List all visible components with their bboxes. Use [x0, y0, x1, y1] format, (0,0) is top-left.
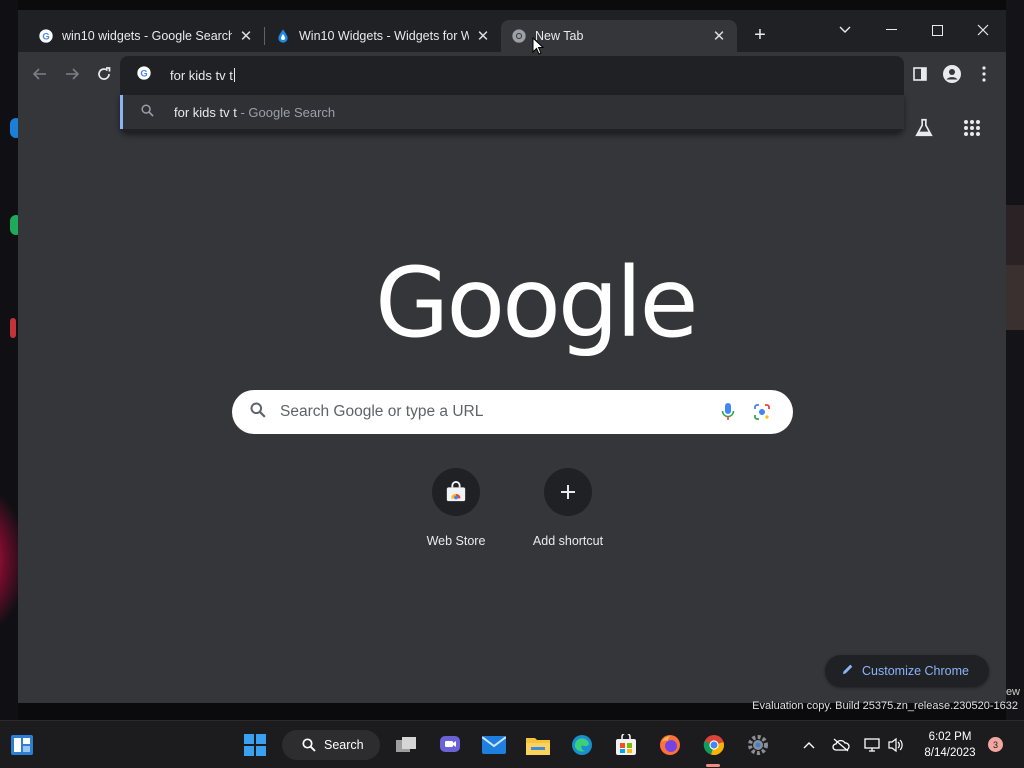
widgets-icon[interactable]	[8, 731, 36, 759]
mail-icon[interactable]	[480, 731, 508, 759]
wallpaper-glow	[0, 490, 20, 630]
tab-win10-widgets[interactable]: Win10 Widgets - Widgets for Wi ✕	[265, 20, 501, 52]
clock-date: 8/14/2023	[924, 747, 976, 759]
search-icon	[302, 738, 316, 752]
ntp-search-input[interactable]	[280, 403, 680, 421]
customize-chrome-button[interactable]: Customize Chrome	[825, 655, 989, 687]
desktop-left-edge	[0, 0, 22, 720]
settings-gear-icon[interactable]	[744, 731, 772, 759]
back-arrow-icon[interactable]	[28, 62, 52, 86]
taskbar-search-button[interactable]: Search	[282, 730, 380, 760]
active-app-indicator	[706, 764, 720, 767]
close-window-icon[interactable]	[960, 16, 1006, 44]
reload-icon[interactable]	[92, 62, 116, 86]
microphone-icon[interactable]	[718, 402, 738, 422]
background-window-fragment	[1006, 265, 1024, 330]
tab-google-search[interactable]: G win10 widgets - Google Search ✕	[28, 20, 264, 52]
google-g-icon: G	[136, 65, 152, 86]
forward-arrow-icon[interactable]	[60, 62, 84, 86]
task-view-icon[interactable]	[392, 731, 420, 759]
labs-flask-icon[interactable]	[911, 115, 937, 141]
suggestion-query: for kids tv t	[174, 104, 237, 120]
tab-search-chevron-down-icon[interactable]	[822, 16, 868, 44]
svg-text:G: G	[140, 68, 147, 78]
address-bar[interactable]: G for kids tv t	[120, 56, 904, 94]
desktop-app-icon[interactable]	[10, 318, 16, 338]
shortcut-add[interactable]: Add shortcut	[512, 468, 624, 548]
desktop-right-edge	[1006, 0, 1024, 720]
shortcut-label: Web Store	[426, 534, 486, 548]
background-window-fragment	[1006, 205, 1024, 265]
chrome-icon[interactable]	[700, 731, 728, 759]
search-icon	[141, 104, 154, 120]
google-apps-grid-icon[interactable]	[959, 115, 985, 141]
ntp-search-box[interactable]	[232, 390, 793, 434]
taskbar-search-label: Search	[324, 738, 364, 752]
tab-close-icon[interactable]: ✕	[475, 28, 491, 45]
suggestion-item[interactable]: for kids tv t - Google Search	[120, 95, 904, 129]
tab-close-icon[interactable]: ✕	[238, 28, 254, 45]
firefox-icon[interactable]	[656, 731, 684, 759]
google-logo: Google	[375, 247, 699, 359]
file-explorer-icon[interactable]	[524, 731, 552, 759]
pencil-icon	[841, 663, 854, 679]
profile-avatar-icon[interactable]	[940, 62, 964, 86]
google-lens-icon[interactable]	[752, 402, 772, 422]
toolbar: G for kids tv t	[18, 52, 1006, 96]
chevron-up-icon[interactable]	[795, 731, 823, 759]
web-store-icon	[432, 468, 480, 516]
volume-icon[interactable]	[882, 731, 910, 759]
svg-text:G: G	[42, 31, 49, 41]
chat-icon[interactable]	[436, 731, 464, 759]
evaluation-watermark: Evaluation copy. Build 25375.zn_release.…	[752, 700, 1018, 712]
onedrive-cloud-icon[interactable]	[827, 731, 855, 759]
tab-title: New Tab	[535, 29, 584, 43]
plus-icon	[544, 468, 592, 516]
water-drop-favicon-icon	[275, 28, 291, 44]
watermark-fragment: ew	[1005, 686, 1020, 698]
tab-strip: G win10 widgets - Google Search ✕ Win10 …	[18, 10, 1006, 52]
tab-title: win10 widgets - Google Search	[62, 29, 232, 43]
new-tab-plus-icon[interactable]: +	[750, 25, 770, 45]
minimize-icon[interactable]	[868, 16, 914, 44]
taskbar-clock[interactable]: 6:02 PM 8/14/2023	[918, 729, 982, 761]
maximize-icon[interactable]	[914, 16, 960, 44]
omnibox-suggestions: for kids tv t - Google Search	[120, 94, 904, 132]
shortcut-label: Add shortcut	[532, 534, 604, 548]
clock-time: 6:02 PM	[928, 731, 972, 743]
tab-title: Win10 Widgets - Widgets for Wi	[299, 29, 469, 43]
kebab-menu-icon[interactable]	[972, 62, 996, 86]
notification-badge[interactable]: 3	[988, 737, 1003, 752]
customize-chrome-label: Customize Chrome	[862, 664, 969, 678]
taskbar: Search 6:02 PM 8/14/2023 3	[0, 720, 1024, 768]
address-input[interactable]: for kids tv t	[170, 67, 235, 83]
text-caret	[233, 67, 235, 82]
google-favicon-icon: G	[38, 28, 54, 44]
shortcut-web-store[interactable]: Web Store	[400, 468, 512, 548]
side-panel-icon[interactable]	[908, 62, 932, 86]
chrome-window: G win10 widgets - Google Search ✕ Win10 …	[18, 10, 1006, 703]
tab-close-icon[interactable]: ✕	[711, 28, 727, 45]
edge-browser-icon[interactable]	[568, 731, 596, 759]
suggestion-suffix: - Google Search	[236, 104, 336, 120]
start-windows-icon[interactable]	[241, 731, 269, 759]
search-icon	[250, 402, 266, 423]
microsoft-store-icon[interactable]	[612, 731, 640, 759]
chrome-favicon-icon	[511, 28, 527, 44]
mouse-pointer-icon	[532, 37, 544, 55]
